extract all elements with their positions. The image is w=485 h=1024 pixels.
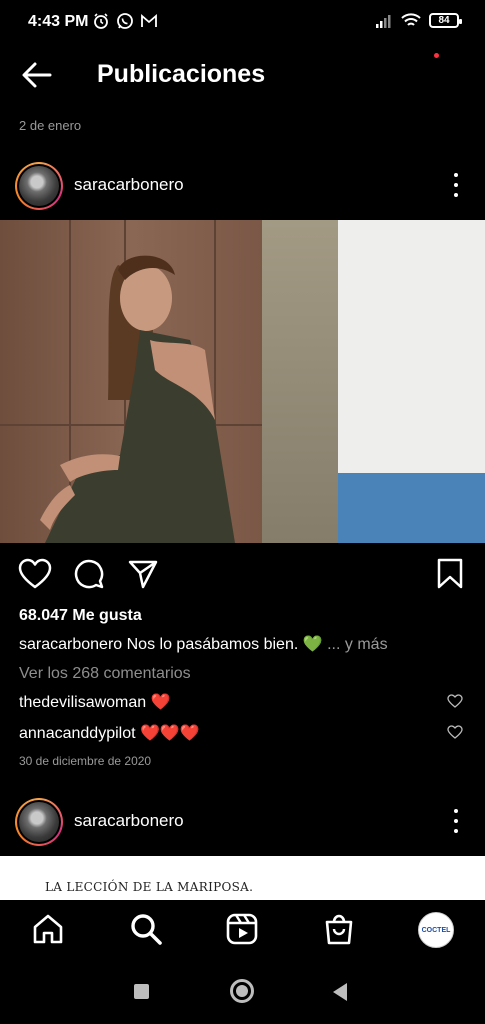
feed-date-label: 2 de enero bbox=[19, 118, 82, 133]
like-heart-icon[interactable] bbox=[18, 558, 52, 590]
likes-count[interactable]: 68.047 Me gusta bbox=[19, 607, 142, 625]
comment-text: ❤️❤️❤️ bbox=[140, 725, 200, 742]
post-actions bbox=[0, 558, 485, 594]
avatar[interactable] bbox=[15, 162, 63, 210]
bottom-navigation: COCTEL bbox=[0, 900, 485, 962]
recents-button[interactable] bbox=[134, 984, 149, 999]
gmail-icon bbox=[141, 14, 157, 27]
post-caption: saracarbonero Nos lo pasábamos bien. 💚 .… bbox=[19, 634, 388, 654]
search-icon[interactable] bbox=[129, 912, 163, 946]
caption-username[interactable]: saracarbonero bbox=[19, 636, 122, 653]
post-username[interactable]: saracarbonero bbox=[74, 811, 184, 831]
post-photo[interactable]: LA LECCIÓN DE LA MARIPOSA. bbox=[0, 856, 485, 900]
reels-icon[interactable] bbox=[225, 912, 259, 946]
status-bar: 4:43 PM 84 bbox=[0, 0, 485, 46]
home-system-button[interactable] bbox=[230, 979, 254, 1003]
caption-text: Nos lo pasábamos bien. 💚 bbox=[126, 636, 323, 653]
profile-avatar[interactable]: COCTEL bbox=[418, 912, 454, 948]
more-options-icon[interactable] bbox=[451, 170, 461, 200]
shop-icon[interactable] bbox=[322, 912, 356, 946]
comment-username[interactable]: thedevilisawoman bbox=[19, 694, 146, 711]
post-photo[interactable] bbox=[0, 220, 485, 543]
post-image-text: LA LECCIÓN DE LA MARIPOSA. bbox=[45, 880, 254, 894]
home-icon[interactable] bbox=[31, 912, 65, 946]
avatar[interactable] bbox=[15, 798, 63, 846]
photo-artwork bbox=[0, 220, 485, 543]
comment-text: ❤️ bbox=[150, 694, 171, 711]
notification-dot bbox=[434, 53, 439, 58]
back-arrow-icon[interactable] bbox=[20, 60, 54, 90]
post-username[interactable]: saracarbonero bbox=[74, 175, 184, 195]
comment-icon[interactable] bbox=[73, 558, 105, 590]
comment-username[interactable]: annacanddypilot bbox=[19, 725, 136, 742]
page-header: Publicaciones bbox=[0, 50, 485, 100]
comment-like-icon[interactable] bbox=[447, 694, 463, 708]
save-bookmark-icon[interactable] bbox=[436, 558, 464, 590]
comment-row: thedevilisawoman ❤️ bbox=[19, 692, 469, 712]
view-comments-link[interactable]: Ver los 268 comentarios bbox=[19, 665, 191, 683]
system-navigation bbox=[0, 962, 485, 1024]
signal-icon bbox=[376, 14, 391, 28]
share-icon[interactable] bbox=[127, 558, 159, 590]
caption-more-link[interactable]: ... y más bbox=[327, 636, 387, 653]
post-header: saracarbonero bbox=[0, 162, 485, 218]
page-title: Publicaciones bbox=[97, 60, 266, 88]
comment-like-icon[interactable] bbox=[447, 725, 463, 739]
more-options-icon[interactable] bbox=[451, 806, 461, 836]
post-header: saracarbonero bbox=[0, 798, 485, 854]
battery-icon: 84 bbox=[429, 13, 462, 28]
wifi-icon bbox=[401, 13, 421, 26]
status-time: 4:43 PM bbox=[28, 13, 89, 30]
alarm-icon bbox=[94, 13, 108, 29]
post-date: 30 de diciembre de 2020 bbox=[19, 754, 152, 768]
back-system-button[interactable] bbox=[333, 983, 347, 1001]
comment-row: annacanddypilot ❤️❤️❤️ bbox=[19, 723, 469, 743]
whatsapp-icon bbox=[117, 13, 133, 29]
